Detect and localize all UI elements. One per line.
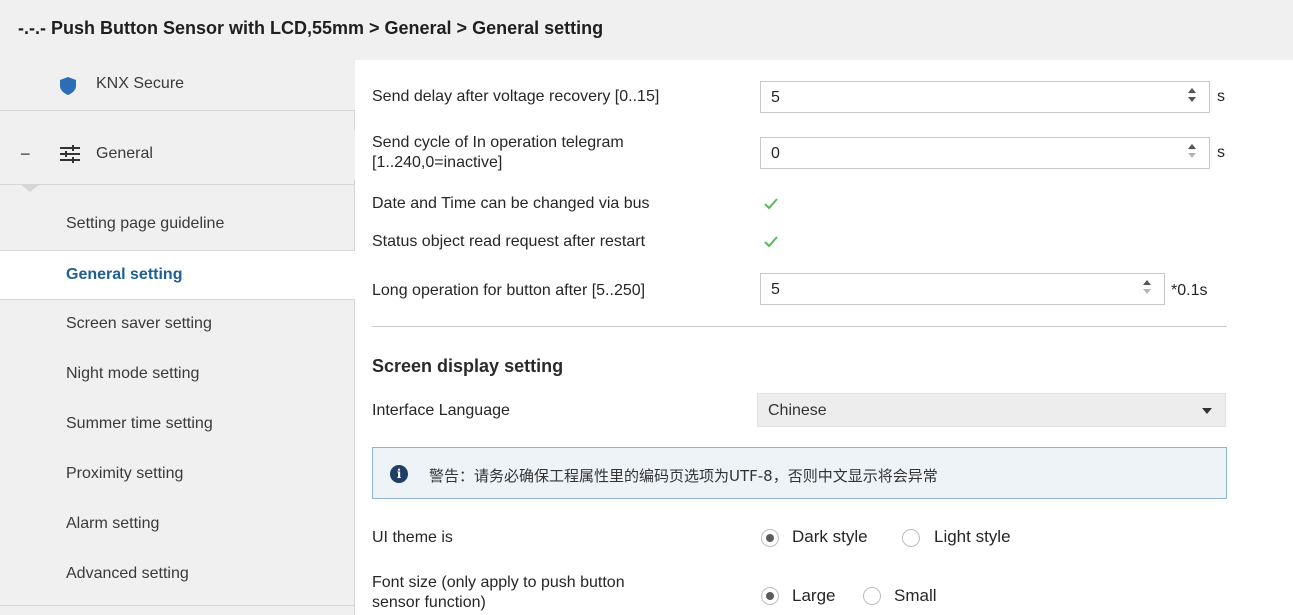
collapse-icon[interactable]: − bbox=[20, 144, 31, 165]
sidebar-item-label: General setting bbox=[66, 266, 183, 283]
date-time-checkbox[interactable] bbox=[763, 196, 779, 212]
chevron-down-icon bbox=[1202, 408, 1212, 414]
sidebar-item-label: Advanced setting bbox=[66, 565, 189, 582]
sidebar: KNX Secure − General Setting page guidel… bbox=[0, 60, 356, 615]
language-value: Chinese bbox=[768, 402, 827, 419]
settings-panel: Send delay after voltage recovery [0..15… bbox=[355, 60, 1293, 615]
spin-arrows-icon[interactable] bbox=[1187, 143, 1197, 163]
font-size-label: Font size (only apply to push button bbox=[372, 574, 625, 591]
sidebar-divider bbox=[0, 605, 355, 606]
shield-icon bbox=[60, 77, 76, 95]
send-cycle-spinbox[interactable]: 0 bbox=[760, 137, 1210, 169]
sidebar-item-screen-saver-setting[interactable]: Screen saver setting bbox=[0, 300, 355, 350]
radio-label-light-style: Light style bbox=[934, 527, 1011, 546]
settings-sliders-icon bbox=[60, 145, 80, 163]
send-delay-unit: s bbox=[1217, 88, 1225, 105]
long-operation-spinbox[interactable]: 5 bbox=[760, 273, 1165, 305]
sidebar-divider bbox=[0, 110, 355, 111]
sidebar-item-label: KNX Secure bbox=[96, 75, 185, 92]
sidebar-item-setting-page-guideline[interactable]: Setting page guideline bbox=[0, 200, 355, 250]
sidebar-item-alarm-setting[interactable]: Alarm setting bbox=[0, 500, 355, 550]
spin-arrows-icon[interactable] bbox=[1142, 279, 1152, 299]
radio-large[interactable] bbox=[761, 587, 779, 605]
radio-small[interactable] bbox=[863, 587, 881, 605]
send-cycle-value: 0 bbox=[771, 145, 780, 162]
sidebar-item-knx-secure[interactable]: KNX Secure bbox=[0, 60, 355, 110]
sidebar-item-label: Night mode setting bbox=[66, 365, 200, 382]
info-icon: i bbox=[390, 465, 408, 483]
status-read-checkbox[interactable] bbox=[763, 234, 779, 250]
send-delay-value: 5 bbox=[771, 89, 780, 106]
sidebar-item-label: Setting page guideline bbox=[66, 215, 225, 232]
section-divider bbox=[372, 326, 1227, 327]
long-operation-unit: *0.1s bbox=[1171, 282, 1208, 299]
radio-light-style[interactable] bbox=[902, 529, 920, 547]
spin-arrows-icon[interactable] bbox=[1187, 87, 1197, 107]
status-read-label: Status object read request after restart bbox=[372, 233, 646, 250]
long-operation-label: Long operation for button after [5..250] bbox=[372, 282, 646, 299]
send-delay-spinbox[interactable]: 5 bbox=[760, 81, 1210, 113]
sidebar-item-general-setting[interactable]: General setting bbox=[0, 250, 356, 300]
radio-label-dark-style: Dark style bbox=[792, 527, 868, 546]
warning-box: i 警告：请务必确保工程属性里的编码页选项为UTF-8，否则中文显示将会异常 bbox=[372, 447, 1227, 499]
sidebar-item-general[interactable]: − General bbox=[0, 130, 355, 180]
sidebar-item-label: Summer time setting bbox=[66, 415, 213, 432]
sidebar-item-label: General bbox=[96, 145, 153, 162]
radio-label-small: Small bbox=[894, 586, 937, 605]
font-size-label-line2: sensor function) bbox=[372, 594, 486, 611]
send-cycle-label: Send cycle of In operation telegram bbox=[372, 134, 624, 151]
sidebar-item-label: Alarm setting bbox=[66, 515, 160, 532]
send-cycle-unit: s bbox=[1217, 144, 1225, 161]
send-delay-label: Send delay after voltage recovery [0..15… bbox=[372, 88, 660, 105]
section-title: Screen display setting bbox=[372, 356, 564, 376]
send-cycle-label-line2: [1..240,0=inactive] bbox=[372, 154, 503, 171]
long-operation-value: 5 bbox=[771, 281, 780, 298]
sidebar-item-label: Proximity setting bbox=[66, 465, 184, 482]
expand-notch-icon bbox=[20, 184, 40, 192]
sidebar-item-summer-time-setting[interactable]: Summer time setting bbox=[0, 400, 355, 450]
radio-label-large: Large bbox=[792, 586, 836, 605]
sidebar-item-proximity-setting[interactable]: Proximity setting bbox=[0, 450, 355, 500]
sidebar-item-night-mode-setting[interactable]: Night mode setting bbox=[0, 350, 355, 400]
sidebar-divider bbox=[0, 184, 355, 185]
breadcrumb: -.-.- Push Button Sensor with LCD,55mm >… bbox=[18, 18, 604, 38]
ui-theme-label: UI theme is bbox=[372, 529, 453, 546]
title-bar: -.-.- Push Button Sensor with LCD,55mm >… bbox=[0, 0, 1293, 60]
sidebar-item-advanced-setting[interactable]: Advanced setting bbox=[0, 550, 355, 600]
language-select[interactable]: Chinese bbox=[757, 393, 1226, 427]
sidebar-item-label: Screen saver setting bbox=[66, 315, 212, 332]
radio-dark-style[interactable] bbox=[761, 529, 779, 547]
language-label: Interface Language bbox=[372, 402, 510, 419]
date-time-label: Date and Time can be changed via bus bbox=[372, 195, 650, 212]
warning-text: 警告：请务必确保工程属性里的编码页选项为UTF-8，否则中文显示将会异常 bbox=[429, 467, 938, 485]
